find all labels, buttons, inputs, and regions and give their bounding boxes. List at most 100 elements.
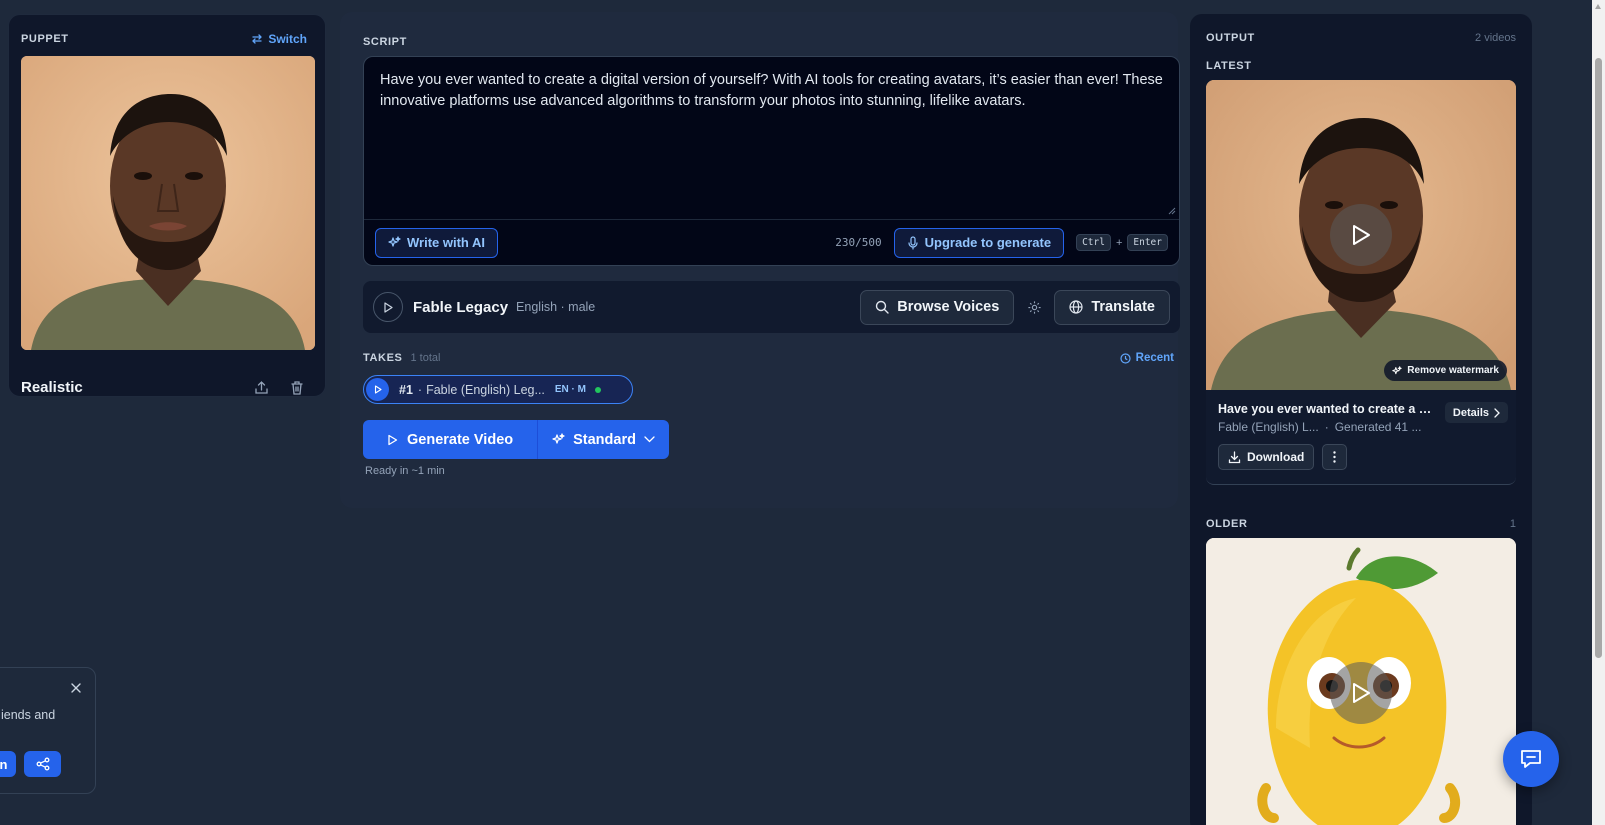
generate-video-label: Generate Video bbox=[407, 431, 514, 448]
latest-video-title: Have you ever wanted to create a di... bbox=[1218, 402, 1433, 416]
script-editor[interactable]: Have you ever wanted to create a digital… bbox=[363, 56, 1180, 266]
voice-meta: English · male bbox=[516, 300, 596, 314]
details-label: Details bbox=[1452, 406, 1489, 419]
browse-voices-label: Browse Voices bbox=[897, 299, 1000, 315]
swap-icon bbox=[252, 34, 263, 44]
gear-icon[interactable] bbox=[1024, 297, 1044, 317]
translate-button[interactable]: Translate bbox=[1054, 289, 1170, 325]
voice-preview-button[interactable] bbox=[373, 292, 403, 322]
shortcut-plus: + bbox=[1115, 236, 1123, 249]
latest-video-card: Remove watermark Have you ever wanted to… bbox=[1206, 80, 1516, 485]
chat-icon bbox=[1521, 750, 1541, 768]
take-item[interactable]: #1 · Fable (English) Leg... EN · M bbox=[363, 375, 633, 404]
trash-icon[interactable] bbox=[287, 377, 307, 397]
output-count: 2 videos bbox=[1475, 32, 1516, 44]
upgrade-label: Upgrade to generate bbox=[924, 235, 1052, 250]
play-icon bbox=[1353, 683, 1370, 703]
puppet-image[interactable] bbox=[21, 56, 315, 350]
switch-label: Switch bbox=[268, 32, 307, 46]
close-icon[interactable] bbox=[71, 680, 81, 698]
generate-eta: Ready in ~1 min bbox=[365, 465, 445, 477]
takes-label: TAKES bbox=[363, 352, 403, 364]
play-icon bbox=[374, 385, 382, 394]
editor-panel: SCRIPT Have you ever wanted to create a … bbox=[340, 12, 1180, 508]
play-icon bbox=[1353, 225, 1370, 245]
latest-video-generated: Generated 41 ... bbox=[1334, 420, 1422, 434]
share-popup-text: iends and bbox=[1, 708, 56, 722]
output-panel: OUTPUT 2 videos LATEST Remove watermark … bbox=[1190, 14, 1532, 825]
takes-count: 1 total bbox=[410, 352, 441, 364]
takes-header: TAKES 1 total Recent bbox=[363, 352, 1180, 364]
play-icon bbox=[384, 301, 393, 313]
sparkles-icon bbox=[388, 236, 401, 247]
older-video-thumbnail[interactable] bbox=[1206, 538, 1516, 825]
globe-icon bbox=[1069, 300, 1083, 314]
clock-icon bbox=[1120, 352, 1131, 364]
search-icon bbox=[876, 300, 889, 314]
switch-puppet-button[interactable]: Switch bbox=[251, 32, 307, 46]
browse-voices-button[interactable]: Browse Voices bbox=[860, 289, 1015, 325]
sparkles-icon bbox=[552, 433, 565, 444]
play-icon bbox=[388, 434, 398, 445]
download-button[interactable]: Download bbox=[1218, 444, 1315, 470]
quality-label: Standard bbox=[573, 431, 636, 448]
recent-sort-button[interactable]: Recent bbox=[1120, 352, 1174, 364]
scrollbar-thumb[interactable] bbox=[1595, 58, 1602, 658]
take-title: Fable (English) Leg... bbox=[426, 382, 545, 397]
latest-label: LATEST bbox=[1206, 60, 1252, 72]
take-number: #1 bbox=[399, 382, 413, 397]
latest-video-separator: · bbox=[1324, 420, 1329, 434]
puppet-name: Realistic bbox=[21, 378, 83, 396]
voice-bar: Fable Legacy English · male Browse Voice… bbox=[363, 281, 1180, 333]
translate-label: Translate bbox=[1091, 299, 1155, 315]
download-label: Download bbox=[1247, 450, 1305, 464]
puppet-panel: PUPPET Switch Realistic bbox=[8, 14, 326, 397]
download-icon bbox=[1228, 450, 1241, 463]
puppet-label: PUPPET bbox=[21, 33, 69, 45]
older-label: OLDER bbox=[1206, 518, 1248, 530]
quality-select[interactable]: Standard bbox=[538, 420, 669, 459]
share-popup: iends and n bbox=[0, 667, 96, 794]
voice-name: Fable Legacy bbox=[413, 298, 509, 316]
chat-support-button[interactable] bbox=[1503, 731, 1559, 787]
latest-play-button[interactable] bbox=[1330, 204, 1392, 266]
sparkles-icon bbox=[1392, 365, 1403, 374]
take-play-button[interactable] bbox=[366, 378, 389, 401]
upload-icon[interactable] bbox=[251, 377, 271, 397]
script-toolbar: Write with AI 230/500 Upgrade to generat… bbox=[364, 219, 1179, 265]
latest-video-thumbnail[interactable]: Remove watermark bbox=[1206, 80, 1516, 390]
more-options-button[interactable] bbox=[1322, 444, 1348, 470]
details-button[interactable]: Details bbox=[1444, 402, 1508, 423]
output-label: OUTPUT bbox=[1206, 32, 1255, 44]
shortcut-enter: Enter bbox=[1127, 234, 1168, 251]
share-icon bbox=[36, 757, 49, 771]
share-popup-primary-button[interactable]: n bbox=[0, 751, 16, 777]
man-portrait-icon bbox=[21, 56, 315, 350]
shortcut-ctrl: Ctrl bbox=[1076, 234, 1111, 251]
take-language-badge: EN · M bbox=[554, 384, 586, 395]
microphone-icon bbox=[908, 235, 918, 250]
take-separator: · bbox=[417, 382, 423, 397]
script-textarea[interactable]: Have you ever wanted to create a digital… bbox=[364, 57, 1179, 221]
char-count: 230/500 bbox=[835, 236, 882, 249]
share-button[interactable] bbox=[24, 751, 61, 777]
older-play-button[interactable] bbox=[1330, 662, 1392, 724]
page-scrollbar[interactable] bbox=[1592, 0, 1605, 825]
recent-label: Recent bbox=[1135, 352, 1174, 364]
chevron-right-icon bbox=[1494, 407, 1500, 418]
write-with-ai-label: Write with AI bbox=[407, 235, 485, 250]
generate-group: Generate Video Standard bbox=[363, 420, 669, 459]
latest-video-voice: Fable (English) L... bbox=[1218, 420, 1319, 434]
older-count: 1 bbox=[1509, 518, 1516, 530]
remove-watermark-label: Remove watermark bbox=[1407, 365, 1499, 376]
write-with-ai-button[interactable]: Write with AI bbox=[375, 227, 498, 258]
take-status-dot bbox=[595, 386, 601, 393]
chevron-down-icon bbox=[644, 436, 655, 443]
script-label: SCRIPT bbox=[363, 36, 407, 48]
resize-handle-icon[interactable] bbox=[1168, 207, 1176, 215]
remove-watermark-button[interactable]: Remove watermark bbox=[1384, 360, 1507, 381]
upgrade-to-generate-button[interactable]: Upgrade to generate bbox=[893, 227, 1065, 258]
generate-video-button[interactable]: Generate Video bbox=[363, 420, 538, 459]
scroll-up-icon[interactable] bbox=[1595, 4, 1601, 9]
more-vertical-icon bbox=[1333, 451, 1337, 463]
